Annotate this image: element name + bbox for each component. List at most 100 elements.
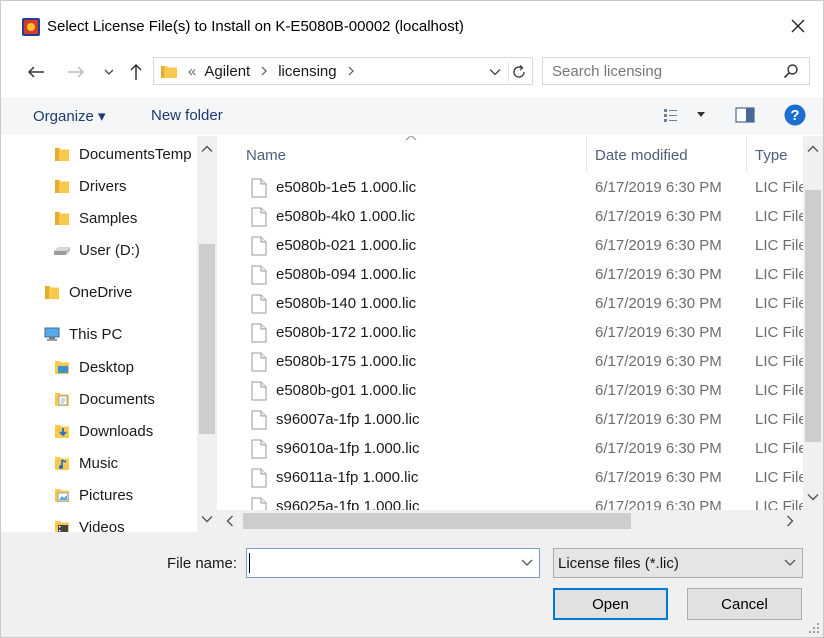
nav-item-label: Music xyxy=(79,454,119,472)
nav-item-downloads[interactable]: Downloads xyxy=(53,419,153,443)
file-name: e5080b-172 1.000.lic xyxy=(276,324,417,341)
file-row[interactable]: s96007a-1fp 1.000.lic 6/17/2019 6:30 PM … xyxy=(217,405,803,434)
svg-text:?: ? xyxy=(790,107,799,124)
nav-item-drivers[interactable]: Drivers xyxy=(53,174,127,198)
refresh-icon xyxy=(512,64,525,78)
file-row[interactable]: e5080b-g01 1.000.lic 6/17/2019 6:30 PM L… xyxy=(217,376,803,405)
column-header-date-modified[interactable]: Date modified xyxy=(595,147,688,164)
column-header-type[interactable]: Type xyxy=(755,147,788,164)
file-date: 6/17/2019 6:30 PM xyxy=(595,324,722,341)
scroll-up-button[interactable] xyxy=(197,140,217,158)
nav-item-onedrive[interactable]: OneDrive xyxy=(43,280,132,304)
preview-pane-button[interactable] xyxy=(733,104,757,126)
file-row[interactable]: s96025a-1fp 1.000.lic 6/17/2019 6:30 PM … xyxy=(217,492,803,510)
folder-icon xyxy=(55,148,69,161)
file-type: LIC File xyxy=(755,237,803,254)
file-row[interactable]: e5080b-4k0 1.000.lic 6/17/2019 6:30 PM L… xyxy=(217,202,803,231)
text-cursor xyxy=(249,553,250,573)
address-bar[interactable]: « Agilent licensing xyxy=(153,57,533,85)
file-row[interactable]: s96011a-1fp 1.000.lic 6/17/2019 6:30 PM … xyxy=(217,463,803,492)
nav-item-documents[interactable]: Documents xyxy=(53,387,155,411)
file-type: LIC File xyxy=(755,179,803,196)
nav-item-videos[interactable]: Videos xyxy=(53,515,125,532)
file-type-select[interactable]: License files (*.lic) xyxy=(553,548,803,578)
chevron-right-icon[interactable] xyxy=(260,66,268,76)
help-button[interactable]: ? xyxy=(783,104,807,126)
file-row[interactable]: e5080b-1e5 1.000.lic 6/17/2019 6:30 PM L… xyxy=(217,173,803,202)
column-divider[interactable] xyxy=(746,136,747,172)
scrollbar-thumb[interactable] xyxy=(805,190,821,442)
forward-button[interactable] xyxy=(63,60,89,84)
file-row[interactable]: e5080b-172 1.000.lic 6/17/2019 6:30 PM L… xyxy=(217,318,803,347)
folder-icon xyxy=(55,180,69,193)
file-row[interactable]: e5080b-094 1.000.lic 6/17/2019 6:30 PM L… xyxy=(217,260,803,289)
cancel-button[interactable]: Cancel xyxy=(687,588,802,620)
file-icon xyxy=(251,207,267,227)
nav-pane-scrollbar[interactable] xyxy=(197,136,217,532)
chevron-right-icon[interactable] xyxy=(347,66,355,76)
file-icon xyxy=(251,381,267,401)
nav-item-user-drive[interactable]: User (D:) xyxy=(53,238,140,262)
search-input[interactable] xyxy=(552,59,782,83)
scrollbar-thumb[interactable] xyxy=(199,244,215,434)
file-type: LIC File xyxy=(755,295,803,312)
chevron-down-icon xyxy=(489,69,501,76)
nav-item-desktop[interactable]: Desktop xyxy=(53,355,134,379)
up-button[interactable] xyxy=(125,60,147,84)
nav-item-music[interactable]: Music xyxy=(53,451,118,475)
file-list-vertical-scrollbar[interactable] xyxy=(803,136,823,510)
nav-item-pictures[interactable]: Pictures xyxy=(53,483,133,507)
file-name-combobox[interactable] xyxy=(246,548,540,578)
close-button[interactable] xyxy=(785,13,811,39)
file-icon xyxy=(251,352,267,372)
column-header-name[interactable]: Name xyxy=(246,147,286,164)
address-overflow[interactable]: « xyxy=(188,63,196,80)
file-icon xyxy=(251,178,267,198)
column-header-row: Name Date modified Type xyxy=(217,136,803,172)
back-button[interactable] xyxy=(23,60,49,84)
scroll-down-button[interactable] xyxy=(803,488,823,506)
scroll-up-button[interactable] xyxy=(803,140,823,158)
change-view-button[interactable] xyxy=(661,104,707,126)
drive-icon xyxy=(54,247,70,255)
caret-down-icon xyxy=(697,112,705,117)
recent-locations-button[interactable] xyxy=(99,60,119,84)
open-button[interactable]: Open xyxy=(553,588,668,620)
file-row[interactable]: s96010a-1fp 1.000.lic 6/17/2019 6:30 PM … xyxy=(217,434,803,463)
window-title: Select License File(s) to Install on K-E… xyxy=(47,18,464,35)
resize-grip-icon[interactable] xyxy=(808,622,820,634)
scroll-right-button[interactable] xyxy=(779,510,801,532)
address-history-dropdown[interactable] xyxy=(486,63,504,81)
scrollbar-thumb[interactable] xyxy=(243,513,631,529)
nav-item-label: Drivers xyxy=(79,177,127,195)
file-row[interactable]: e5080b-140 1.000.lic 6/17/2019 6:30 PM L… xyxy=(217,289,803,318)
file-type: LIC File xyxy=(755,208,803,225)
file-name: e5080b-g01 1.000.lic xyxy=(276,382,417,399)
nav-item-this-pc[interactable]: This PC xyxy=(43,322,122,346)
file-list-horizontal-scrollbar[interactable] xyxy=(217,510,803,532)
file-row[interactable]: e5080b-021 1.000.lic 6/17/2019 6:30 PM L… xyxy=(217,231,803,260)
file-row[interactable]: e5080b-175 1.000.lic 6/17/2019 6:30 PM L… xyxy=(217,347,803,376)
file-icon xyxy=(251,410,267,430)
file-icon xyxy=(251,323,267,343)
scroll-down-button[interactable] xyxy=(197,510,217,528)
file-name: s96025a-1fp 1.000.lic xyxy=(276,498,420,510)
nav-item-documentstemp[interactable]: DocumentsTemp xyxy=(53,142,192,166)
scroll-left-button[interactable] xyxy=(219,510,241,532)
chevron-down-icon[interactable] xyxy=(521,557,533,567)
new-folder-button[interactable]: New folder xyxy=(151,107,223,124)
nav-item-samples[interactable]: Samples xyxy=(53,206,137,230)
file-name-input[interactable] xyxy=(250,552,512,574)
column-divider[interactable] xyxy=(586,136,587,172)
nav-item-label: This PC xyxy=(69,325,123,343)
search-box[interactable] xyxy=(542,57,810,85)
file-name: e5080b-140 1.000.lic xyxy=(276,295,417,312)
breadcrumb-agilent[interactable]: Agilent xyxy=(204,63,250,80)
breadcrumb-licensing[interactable]: licensing xyxy=(278,63,336,80)
organize-button[interactable]: Organize ▾ xyxy=(33,107,106,125)
refresh-button[interactable] xyxy=(508,62,528,82)
file-date: 6/17/2019 6:30 PM xyxy=(595,179,722,196)
file-icon xyxy=(251,468,267,488)
file-date: 6/17/2019 6:30 PM xyxy=(595,266,722,283)
file-icon xyxy=(251,497,267,510)
